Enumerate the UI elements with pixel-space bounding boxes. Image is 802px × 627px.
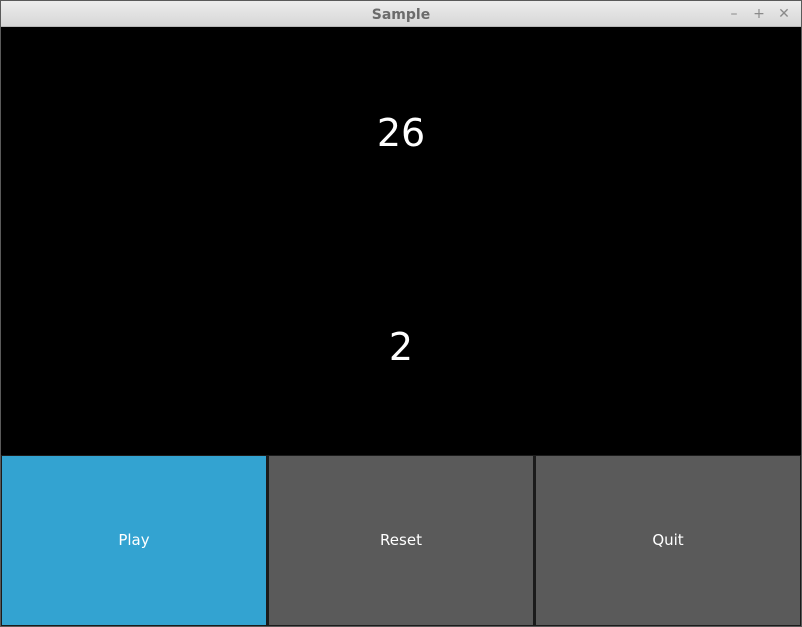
minimize-icon[interactable]: – bbox=[724, 4, 744, 24]
button-row: Play Reset Quit bbox=[1, 455, 801, 626]
bottom-counter-value: 2 bbox=[388, 325, 414, 369]
top-counter-value: 26 bbox=[376, 111, 426, 155]
quit-button[interactable]: Quit bbox=[536, 456, 800, 625]
title-bar[interactable]: Sample – + ✕ bbox=[1, 1, 801, 27]
play-button[interactable]: Play bbox=[2, 456, 266, 625]
close-icon[interactable]: ✕ bbox=[774, 4, 794, 24]
counter-display: 26 2 bbox=[1, 27, 801, 455]
reset-button[interactable]: Reset bbox=[269, 456, 533, 625]
window-title: Sample bbox=[371, 7, 431, 23]
app-window: Sample – + ✕ 26 2 Play Reset Quit bbox=[0, 0, 802, 627]
maximize-icon[interactable]: + bbox=[749, 4, 769, 24]
